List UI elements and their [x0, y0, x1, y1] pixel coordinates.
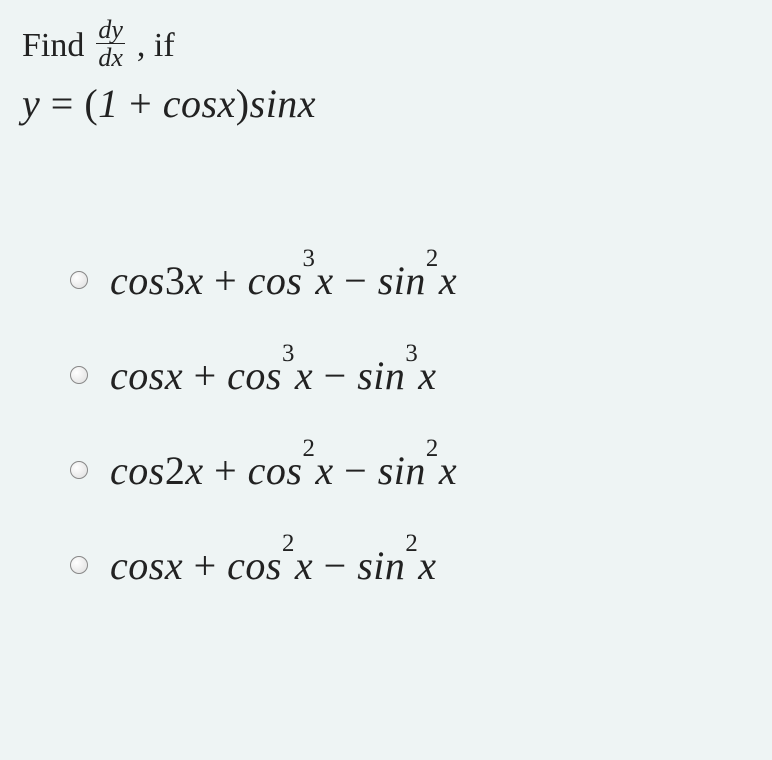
- fraction-dy-dx: dy dx: [96, 16, 125, 72]
- radio-icon[interactable]: [70, 461, 88, 479]
- option-4-text: cosx + cos2x − sin2x: [110, 542, 437, 589]
- radio-icon[interactable]: [70, 271, 88, 289]
- radio-icon[interactable]: [70, 556, 88, 574]
- fraction-denominator: dx: [96, 44, 125, 71]
- option-4[interactable]: cosx + cos2x − sin2x: [70, 542, 772, 589]
- fraction-numerator: dy: [96, 16, 125, 44]
- if-word: , if: [137, 27, 175, 65]
- option-3-text: cos2x + cos2x − sin2x: [110, 447, 457, 494]
- option-1[interactable]: cos3x + cos3x − sin2x: [70, 257, 772, 304]
- find-line: Find dy dx , if: [22, 18, 750, 74]
- find-word: Find: [22, 27, 84, 65]
- option-2[interactable]: cosx + cos3x − sin3x: [70, 352, 772, 399]
- options-list: cos3x + cos3x − sin2x cosx + cos3x − sin…: [0, 257, 772, 589]
- option-1-text: cos3x + cos3x − sin2x: [110, 257, 457, 304]
- question-prompt: Find dy dx , if y = (1 + cosx)sinx: [0, 0, 772, 127]
- option-3[interactable]: cos2x + cos2x − sin2x: [70, 447, 772, 494]
- radio-icon[interactable]: [70, 366, 88, 384]
- option-2-text: cosx + cos3x − sin3x: [110, 352, 437, 399]
- equation: y = (1 + cosx)sinx: [22, 80, 750, 127]
